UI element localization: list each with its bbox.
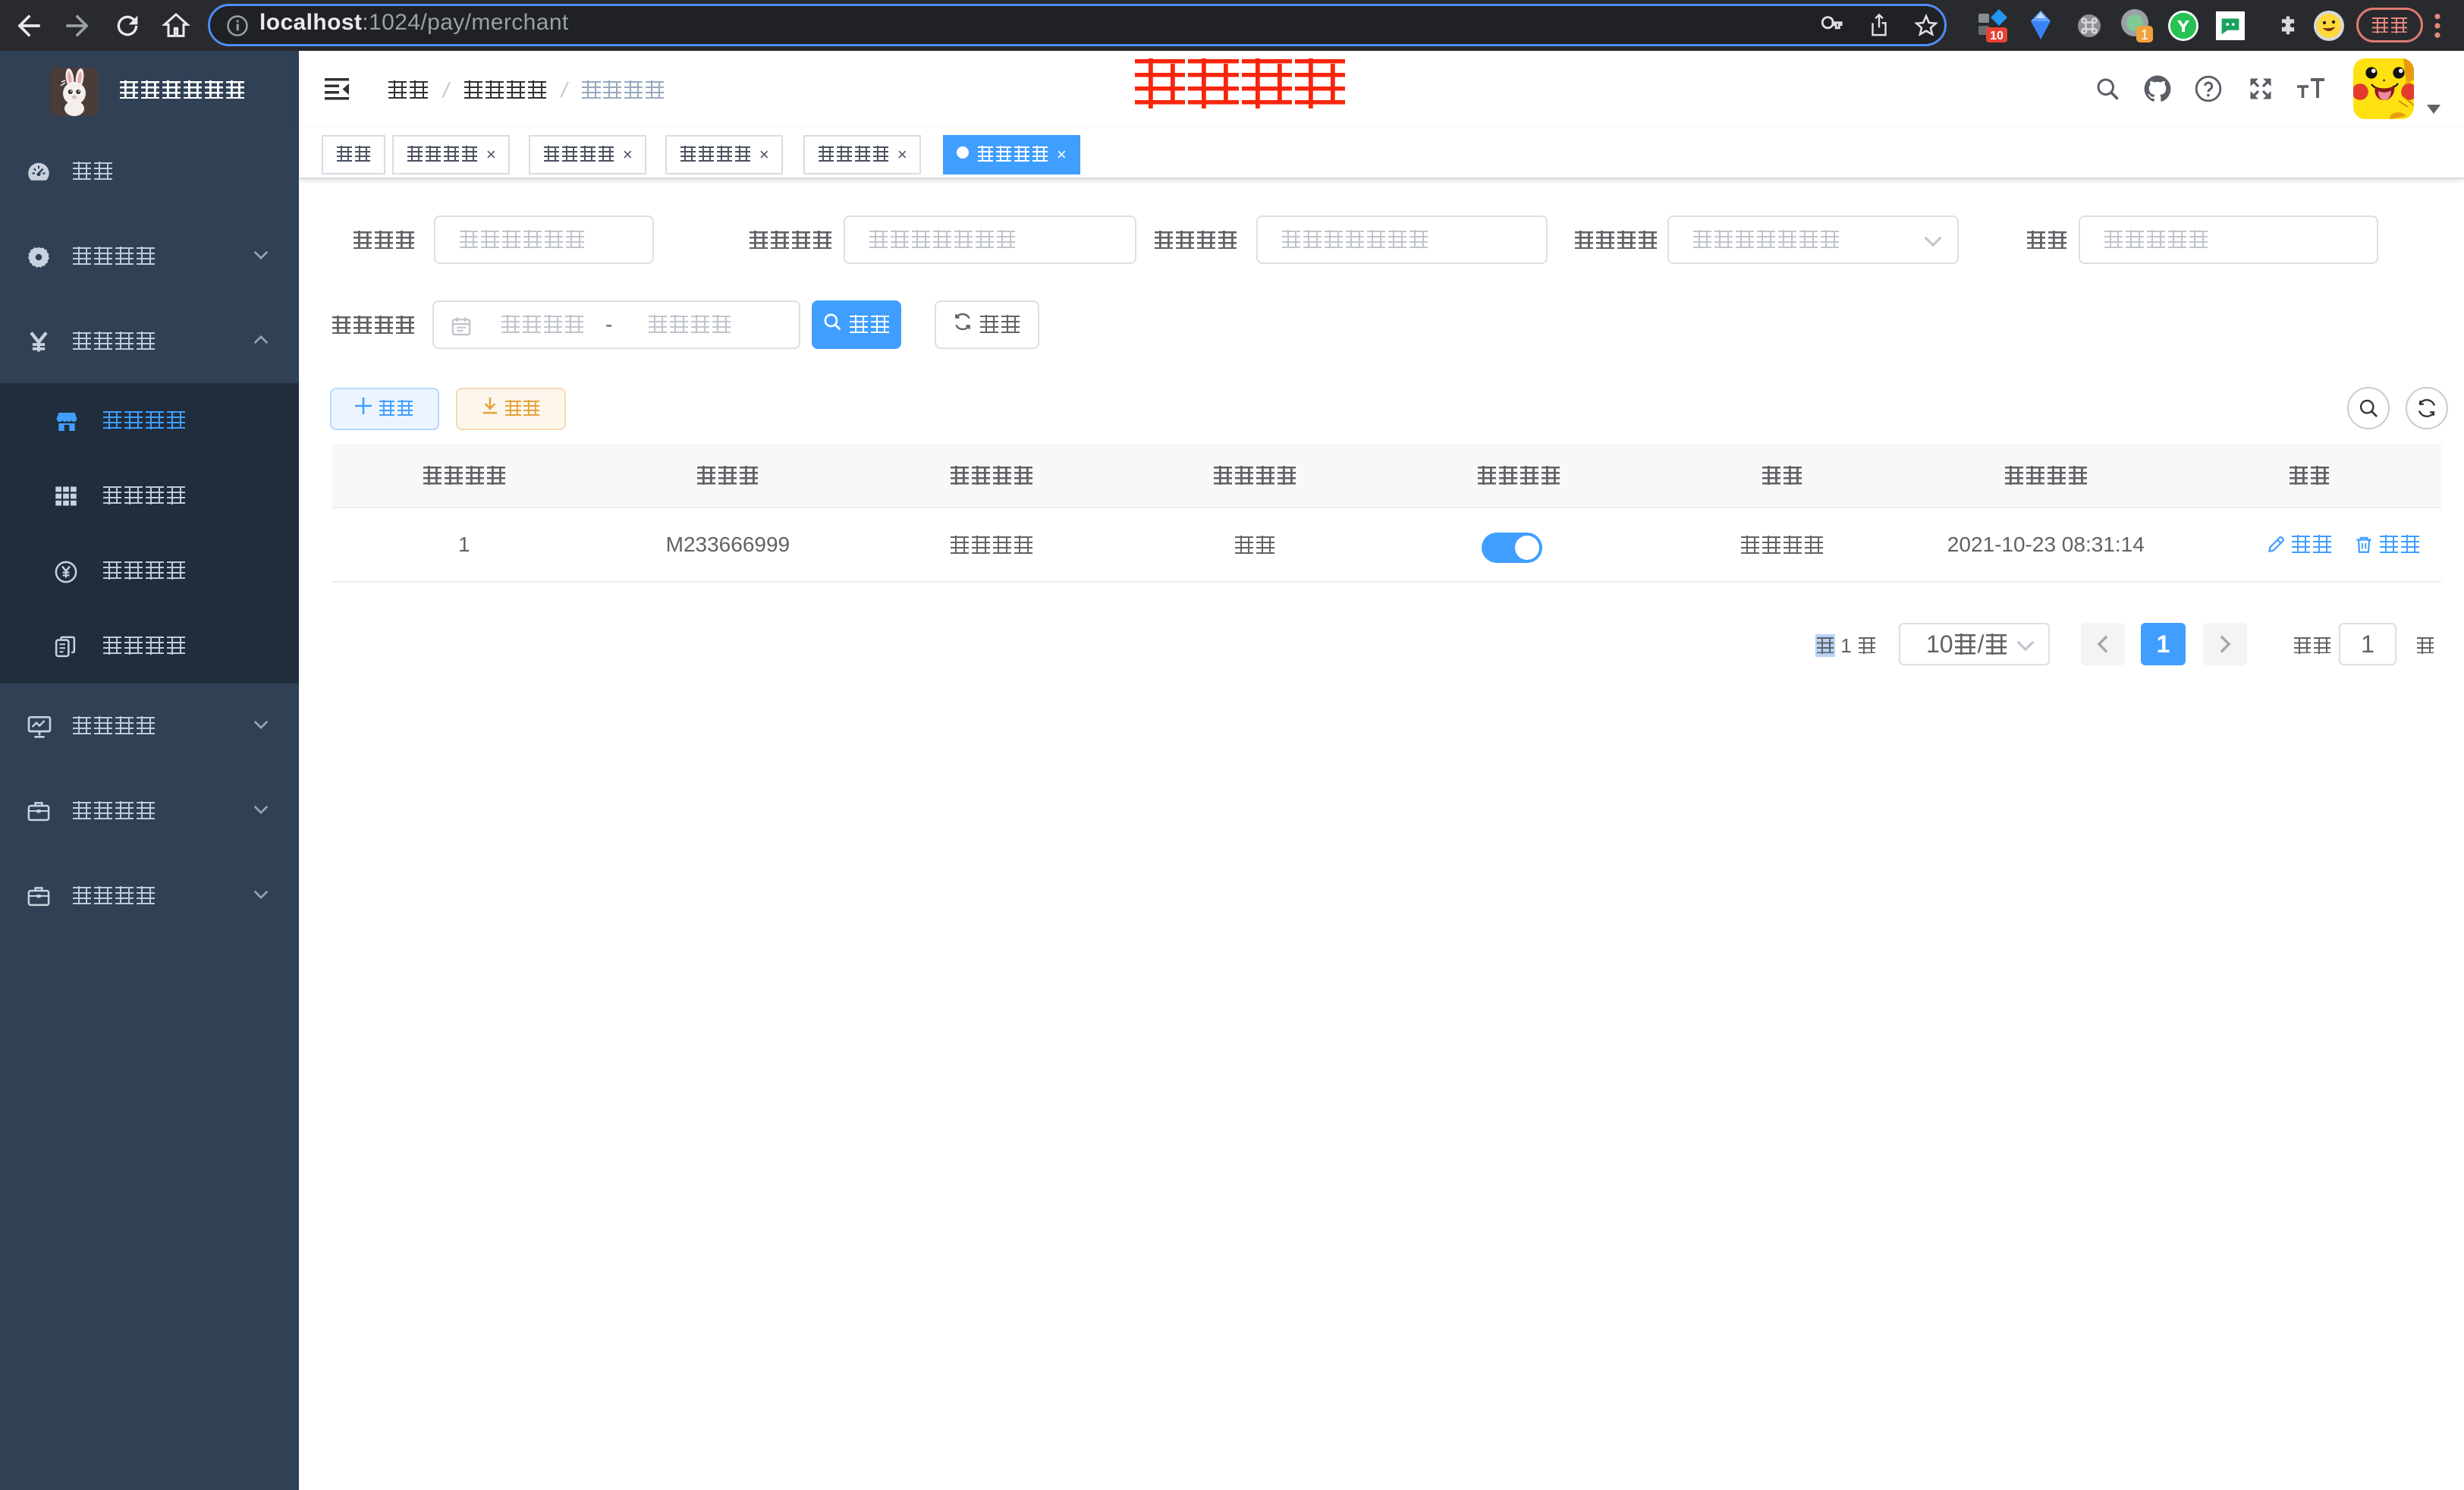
svg-text:1: 1 — [2141, 27, 2148, 42]
svg-text:10: 10 — [1990, 30, 2004, 42]
